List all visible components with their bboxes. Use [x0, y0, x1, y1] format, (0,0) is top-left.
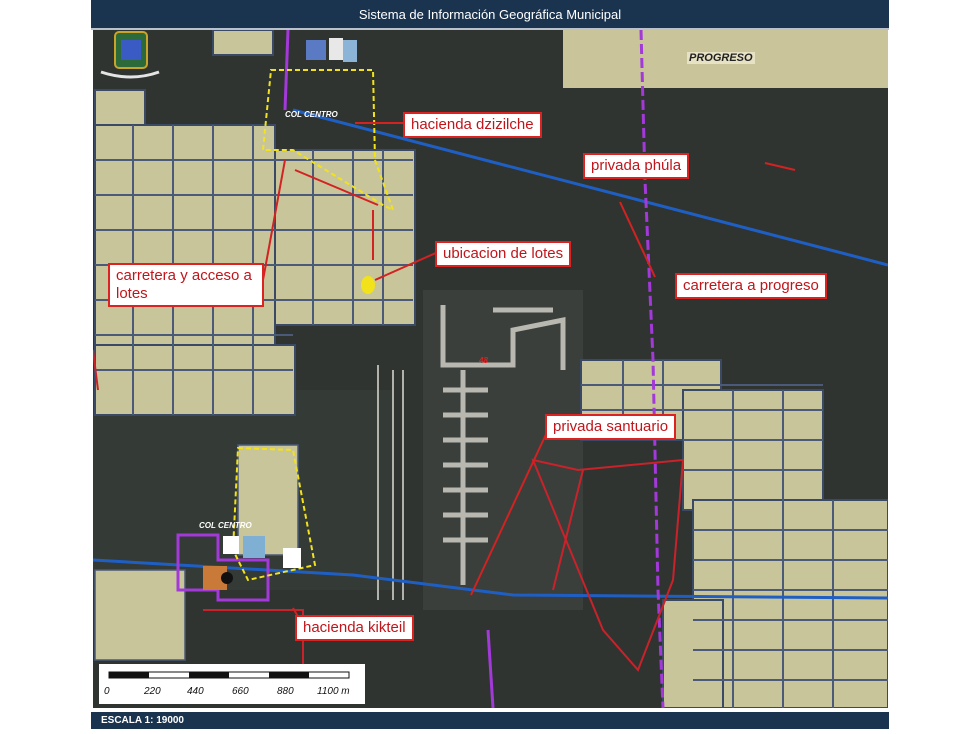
- scale-bar-graphic: [108, 671, 350, 679]
- callout-privada-phula: privada phúla: [583, 153, 690, 179]
- poi-icons-top: [306, 38, 357, 62]
- map-canvas[interactable]: PROGRESO COL CENTRO COL CENTRO 48 hacien…: [93, 30, 888, 708]
- callout-carretera-progreso: carretera a progreso: [675, 273, 827, 299]
- scale-tick: 0: [104, 686, 110, 697]
- status-bar: ESCALA 1: 19000: [91, 712, 889, 729]
- callout-ubicacion-lotes: ubicacion de lotes: [435, 241, 572, 267]
- gis-window: Sistema de Información Geográfica Munici…: [91, 0, 889, 734]
- scale-readout: ESCALA 1: 19000: [101, 715, 184, 726]
- place-label-col-centro-bottom: COL CENTRO: [199, 521, 252, 530]
- callout-carretera-acceso: carretera y acceso a lotes: [108, 263, 264, 307]
- callout-privada-santuario: privada santuario: [545, 414, 677, 440]
- scale-bar: 0 220 440 660 880 1100 m: [99, 664, 365, 704]
- lot-location-marker: [361, 276, 375, 294]
- scale-tick: 880: [277, 686, 294, 697]
- place-label-progreso: PROGRESO: [687, 52, 755, 64]
- title-bar: Sistema de Información Geográfica Munici…: [91, 0, 889, 30]
- scale-tick: 440: [187, 686, 204, 697]
- callout-hacienda-dzizilche: hacienda dzizilche: [403, 112, 542, 138]
- place-label-code-48: 48: [479, 356, 488, 365]
- scale-tick: 220: [144, 686, 161, 697]
- place-label-col-centro-top: COL CENTRO: [285, 110, 338, 119]
- scale-tick: 1100 m: [317, 686, 350, 697]
- callout-hacienda-kikteil: hacienda kikteil: [295, 615, 414, 641]
- scale-tick: 660: [232, 686, 249, 697]
- app-title: Sistema de Información Geográfica Munici…: [358, 6, 622, 22]
